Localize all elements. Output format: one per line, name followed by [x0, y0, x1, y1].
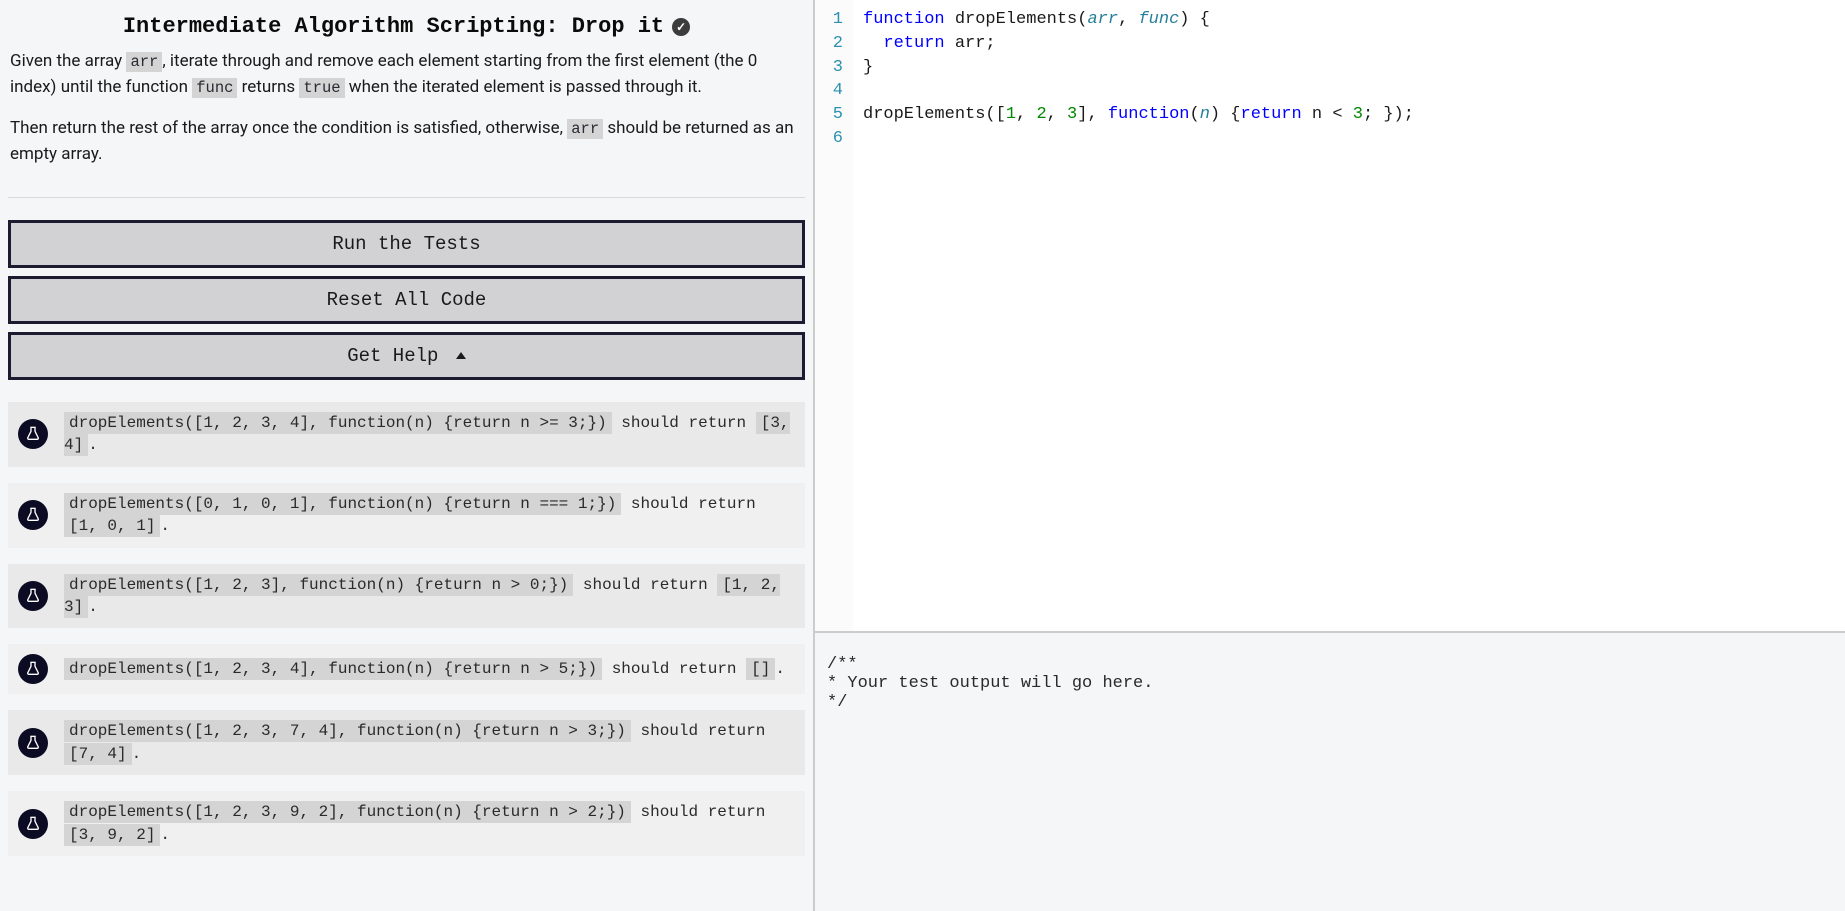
flask-icon [18, 654, 48, 684]
test-text: dropElements([1, 2, 3, 9, 2], function(n… [64, 801, 795, 846]
test-row: dropElements([1, 2, 3, 4], function(n) {… [8, 644, 805, 694]
code-panel: 1 2 3 4 5 6 function dropElements(arr, f… [815, 0, 1845, 911]
get-help-label: Get Help [347, 345, 438, 367]
flask-icon [18, 809, 48, 839]
flask-icon [18, 500, 48, 530]
line-gutter: 1 2 3 4 5 6 [815, 0, 853, 631]
test-text: dropElements([0, 1, 0, 1], function(n) {… [64, 493, 795, 538]
console-output: /** * Your test output will go here. */ [815, 631, 1845, 911]
test-row: dropElements([1, 2, 3, 4], function(n) {… [8, 402, 805, 467]
flask-icon [18, 728, 48, 758]
test-row: dropElements([1, 2, 3, 9, 2], function(n… [8, 791, 805, 856]
flask-icon [18, 581, 48, 611]
description-paragraph-2: Then return the rest of the array once t… [10, 116, 803, 167]
test-row: dropElements([1, 2, 3, 7, 4], function(n… [8, 710, 805, 775]
instructions-panel: Intermediate Algorithm Scripting: Drop i… [0, 0, 815, 911]
challenge-description: Given the array arr, iterate through and… [8, 49, 805, 197]
inline-code-func: func [192, 78, 237, 98]
test-row: dropElements([1, 2, 3], function(n) {ret… [8, 564, 805, 629]
description-paragraph-1: Given the array arr, iterate through and… [10, 49, 803, 100]
divider [8, 197, 805, 198]
challenge-title: Intermediate Algorithm Scripting: Drop i… [123, 14, 690, 39]
caret-up-icon [456, 352, 466, 359]
test-text: dropElements([1, 2, 3], function(n) {ret… [64, 574, 795, 619]
test-text: dropElements([1, 2, 3, 7, 4], function(n… [64, 720, 795, 765]
code-content[interactable]: function dropElements(arr, func) { retur… [853, 0, 1424, 631]
inline-code-true: true [299, 78, 344, 98]
test-row: dropElements([0, 1, 0, 1], function(n) {… [8, 483, 805, 548]
code-editor[interactable]: 1 2 3 4 5 6 function dropElements(arr, f… [815, 0, 1845, 631]
flask-icon [18, 419, 48, 449]
inline-code-arr: arr [126, 52, 162, 72]
tests-list: dropElements([1, 2, 3, 4], function(n) {… [8, 402, 805, 856]
title-text: Intermediate Algorithm Scripting: Drop i… [123, 14, 664, 39]
run-tests-button[interactable]: Run the Tests [8, 220, 805, 268]
completed-checkmark-icon: ✓ [672, 18, 690, 36]
title-row: Intermediate Algorithm Scripting: Drop i… [8, 0, 805, 49]
test-text: dropElements([1, 2, 3, 4], function(n) {… [64, 658, 785, 680]
get-help-button[interactable]: Get Help [8, 332, 805, 380]
test-text: dropElements([1, 2, 3, 4], function(n) {… [64, 412, 795, 457]
reset-code-button[interactable]: Reset All Code [8, 276, 805, 324]
inline-code-arr-2: arr [567, 119, 603, 139]
